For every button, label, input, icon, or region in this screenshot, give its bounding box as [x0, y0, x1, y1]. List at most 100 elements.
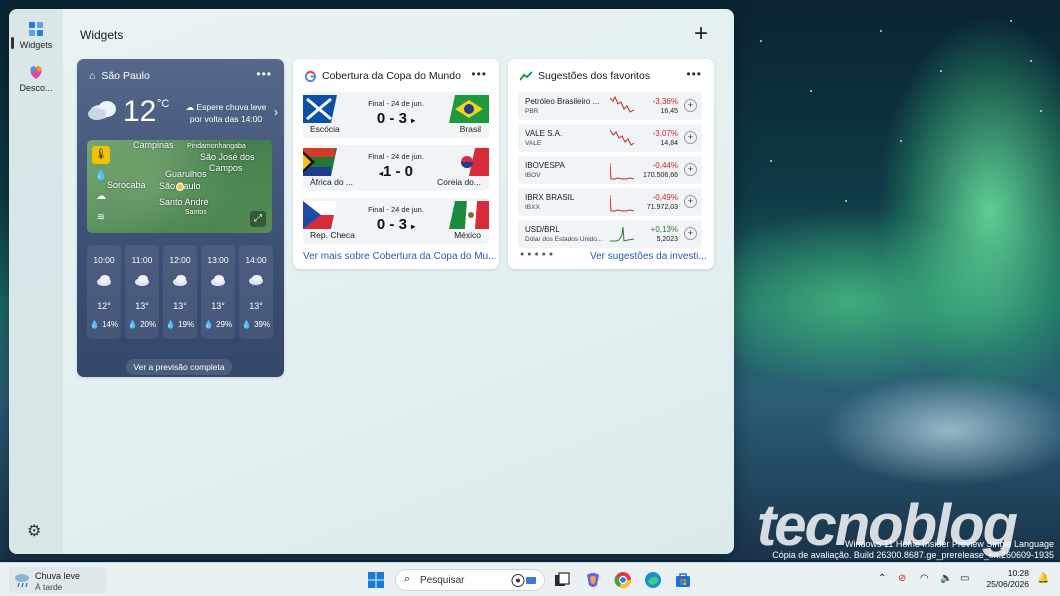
map-label: Campinas: [133, 140, 174, 150]
hour-precip: 💧 20%: [127, 320, 157, 329]
full-forecast-button[interactable]: Ver a previsão completa: [126, 359, 232, 375]
clock-time: 10:28: [1007, 568, 1029, 578]
hour-time: 11:00: [131, 255, 153, 265]
rain-cloud-icon: [249, 275, 263, 286]
start-windows-icon[interactable]: [367, 571, 385, 589]
wind-layer-icon[interactable]: ≋: [92, 209, 110, 227]
rain-forecast-text: Espere chuva leve por volta das 14:00: [189, 102, 267, 124]
security-alert-icon[interactable]: ⊘: [898, 573, 906, 584]
copilot-icon[interactable]: [584, 571, 602, 589]
stock-row[interactable]: IBRX BRASIL IBXX -0,49% 71.972,03 +: [518, 188, 702, 216]
rain-cloud-icon: [15, 574, 29, 588]
temperature-unit: °C: [157, 98, 170, 110]
match-score: 0 - 3 ▸: [376, 216, 416, 233]
hourly-item: 10:00 12° 💧 14%: [87, 245, 121, 339]
stocks-more-link[interactable]: Ver sugestões da investi...: [590, 251, 707, 262]
stock-row[interactable]: IBOVESPA IBOV -0,44% 170.506,66 +: [518, 156, 702, 184]
settings-gear-icon[interactable]: ⚙: [27, 521, 41, 541]
hour-temp: 13°: [173, 301, 187, 311]
add-stock-button[interactable]: +: [684, 163, 697, 176]
add-stock-button[interactable]: +: [684, 131, 697, 144]
hour-precip: 💧 39%: [241, 320, 271, 329]
rail-item-discover-label: Desco...: [19, 83, 53, 93]
location-marker: [176, 183, 184, 191]
stocks-header: Sugestões dos favoritos: [520, 70, 650, 82]
taskbar-clock[interactable]: 10:28 25/06/2026: [983, 568, 1029, 590]
scotland-flag-icon: [303, 95, 337, 123]
stock-value: 14,84: [660, 140, 678, 147]
battery-icon[interactable]: ▭: [960, 573, 969, 584]
chrome-icon[interactable]: [614, 571, 632, 589]
hour-precip: 💧 14%: [89, 320, 119, 329]
stocks-more-options-button[interactable]: •••: [686, 67, 702, 81]
stocks-widget[interactable]: Sugestões dos favoritos ••• Petróleo Bra…: [508, 59, 714, 269]
rain-forecast-note: ☁ Espere chuva leve por volta das 14:00: [185, 101, 267, 125]
show-hidden-icons-chevron-icon[interactable]: ⌃: [878, 573, 886, 584]
match-card[interactable]: Final - 24 de jun. ◂1 - 0 África do ... …: [303, 145, 489, 191]
cup-title: Cobertura da Copa do Mundo: [322, 70, 461, 82]
stock-change: -3,07%: [652, 129, 678, 138]
stock-sparkline: [610, 162, 634, 180]
home-team: África do ...: [310, 177, 353, 187]
stock-row[interactable]: USD/BRL Dólar dos Estados Unido... +0,13…: [518, 220, 702, 248]
add-stock-button[interactable]: +: [684, 195, 697, 208]
notification-bell-icon[interactable]: 🔔: [1037, 573, 1049, 584]
add-widget-button[interactable]: +: [690, 22, 712, 46]
stock-value: 5,2023: [656, 236, 678, 243]
stock-change: -0,44%: [652, 161, 678, 170]
match-status: Final - 24 de jun.: [368, 99, 424, 108]
add-stock-button[interactable]: +: [684, 227, 697, 240]
stock-row[interactable]: VALE S.A. VALE -3,07% 14,84 +: [518, 124, 702, 152]
chevron-right-icon[interactable]: ›: [274, 105, 278, 119]
match-card[interactable]: Final - 24 de jun. 0 - 3 ▸ Rep. Checa Mé…: [303, 198, 489, 244]
czech-flag-icon: [303, 201, 337, 229]
rain-cloud-icon: ☁: [185, 102, 195, 112]
cup-more-link[interactable]: Ver mais sobre Cobertura da Copa do Mu..…: [303, 251, 496, 262]
task-view-icon[interactable]: [553, 571, 571, 589]
hour-time: 12:00: [169, 255, 191, 265]
edge-icon[interactable]: [644, 571, 662, 589]
weather-city: São Paulo: [101, 70, 150, 82]
microsoft-store-icon[interactable]: [674, 571, 692, 589]
weather-widget[interactable]: ⌂ São Paulo ••• 12 °C ☁ Espere chuva lev…: [77, 59, 284, 377]
taskbar-search-box[interactable]: ⌕ Pesquisar: [395, 569, 545, 591]
hour-temp: 12°: [97, 301, 111, 311]
rail-item-widgets[interactable]: Widgets: [9, 21, 63, 50]
cloud-layer-icon[interactable]: ☁: [92, 188, 110, 206]
expand-map-icon[interactable]: ⤢: [250, 211, 266, 227]
cup-header: Cobertura da Copa do Mundo: [305, 70, 461, 82]
temperature-layer-icon[interactable]: 🌡: [92, 146, 110, 164]
taskbar-weather-subtitle: À tarde: [35, 582, 63, 592]
stock-sparkline: [610, 129, 634, 146]
weather-map[interactable]: Campinas Pindamonhangaba São José dos Ca…: [87, 140, 272, 233]
away-team: Coreia do...: [437, 177, 481, 187]
cup-more-options-button[interactable]: •••: [471, 67, 487, 81]
precipitation-layer-icon[interactable]: 💧: [92, 167, 110, 185]
world-cup-widget[interactable]: Cobertura da Copa do Mundo ••• Final - 2…: [293, 59, 499, 269]
stock-value: 16,45: [660, 108, 678, 115]
widgets-board: Widgets Desco... ⚙ Widgets + ⌂ São Paulo…: [9, 9, 734, 554]
build-info-line2: Cópia de avaliação. Build 26300.8687.ge_…: [772, 550, 1054, 560]
hour-time: 10:00: [93, 255, 115, 265]
map-label: Campos: [209, 163, 243, 173]
add-stock-button[interactable]: +: [684, 99, 697, 112]
cloud-icon: [88, 101, 116, 120]
away-team: Brasil: [459, 124, 481, 134]
stock-name: USD/BRL: [525, 225, 560, 234]
stock-sparkline: [610, 226, 634, 242]
mexico-flag-icon: [449, 201, 489, 229]
home-icon: ⌂: [89, 70, 96, 82]
page-indicator-dots[interactable]: ●●●●●: [520, 251, 556, 258]
volume-icon[interactable]: 🔈: [940, 573, 952, 584]
match-card[interactable]: Final - 24 de jun. 0 - 3 ▸ Escócia Brasi…: [303, 92, 489, 138]
hour-temp: 13°: [211, 301, 225, 311]
hour-temp: 13°: [135, 301, 149, 311]
weather-more-options-button[interactable]: •••: [256, 67, 272, 81]
map-label: Guarulhos: [165, 169, 207, 179]
taskbar-weather-button[interactable]: Chuva leve À tarde: [9, 567, 107, 593]
hour-precip: 💧 19%: [165, 320, 195, 329]
stock-row[interactable]: Petróleo Brasileiro ... PBR -3,36% 16,45…: [518, 92, 702, 120]
stock-change: -3,36%: [652, 97, 678, 106]
wifi-icon[interactable]: ◠: [920, 573, 929, 584]
rail-item-discover[interactable]: Desco...: [9, 64, 63, 93]
